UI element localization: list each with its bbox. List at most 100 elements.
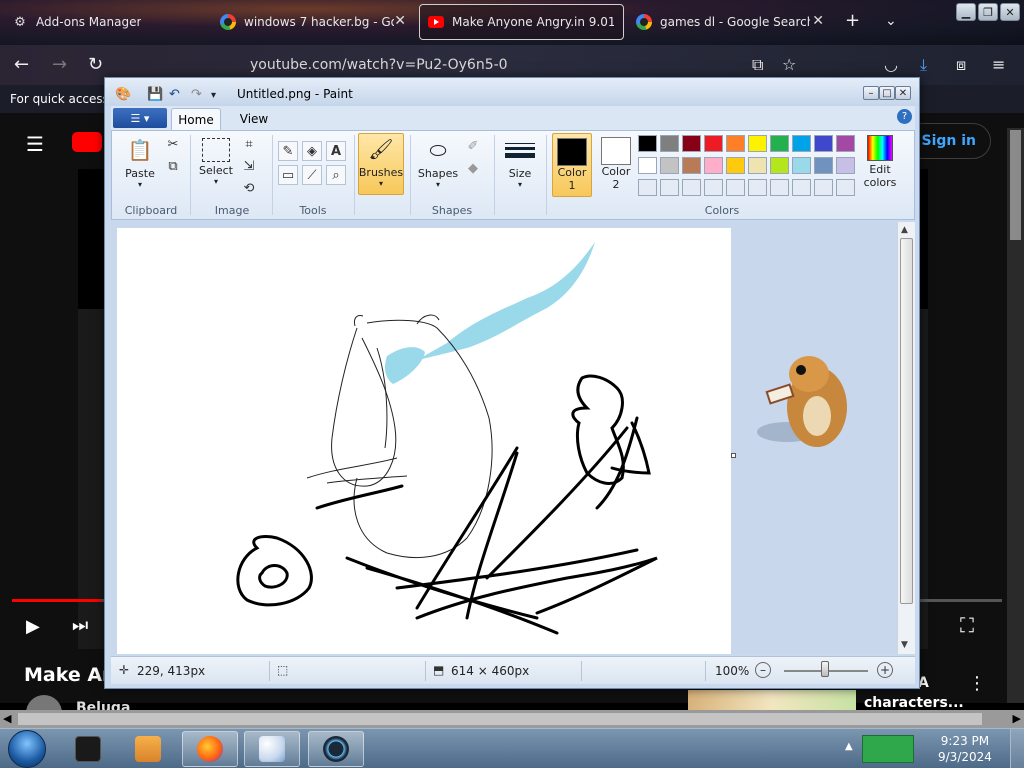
restore-icon[interactable]: ❐ [978, 3, 998, 21]
paste-button[interactable]: 📋 Paste ▾ [120, 135, 160, 189]
canvas-vertical-scrollbar[interactable]: ▲ ▼ [897, 222, 915, 654]
palette-swatch[interactable] [814, 179, 833, 196]
help-icon[interactable]: ? [897, 109, 912, 124]
shapes-button[interactable]: ⬭ Shapes ▾ [416, 135, 460, 189]
redo-icon[interactable]: ↷ [191, 87, 202, 102]
palette-swatch[interactable] [770, 179, 789, 196]
palette-swatch[interactable] [660, 157, 679, 174]
palette-swatch[interactable] [792, 179, 811, 196]
horizontal-scroll-thumb[interactable] [18, 713, 982, 725]
copy-icon[interactable]: ⧉ [164, 157, 182, 175]
more-options-icon[interactable]: ⋮ [968, 673, 986, 694]
system-clock[interactable]: 9:23 PM 9/3/2024 [938, 733, 992, 765]
palette-swatch[interactable] [770, 135, 789, 152]
scroll-down-icon[interactable]: ▼ [901, 640, 908, 650]
hamburger-menu-icon[interactable]: ☰ [26, 132, 44, 156]
show-desktop-button[interactable] [1010, 729, 1024, 768]
drawing-canvas[interactable] [117, 228, 731, 654]
tab-home[interactable]: Home [171, 108, 221, 130]
play-icon[interactable]: ▶ [26, 616, 40, 637]
palette-swatch[interactable] [748, 135, 767, 152]
palette-swatch[interactable] [638, 135, 657, 152]
color2-button[interactable]: Color 2 [596, 133, 636, 197]
close-icon[interactable]: ✕ [394, 13, 406, 29]
taskbar-app-terminal[interactable] [60, 731, 116, 767]
paint-titlebar[interactable]: 🎨 💾 ↶ ↷ ▾ Untitled.png - Paint – □ ✕ [105, 78, 919, 106]
start-button[interactable] [8, 730, 46, 768]
zoom-slider-knob[interactable] [821, 661, 829, 677]
pocket-icon[interactable]: ◡ [884, 55, 898, 74]
palette-swatch[interactable] [726, 157, 745, 174]
youtube-logo[interactable] [72, 132, 102, 152]
fill-bucket-icon[interactable]: ◈ [302, 141, 322, 161]
forward-arrow-icon[interactable]: → [52, 54, 67, 75]
recommended-title[interactable]: characters... [864, 695, 964, 711]
palette-swatch[interactable] [682, 135, 701, 152]
minimize-icon[interactable]: – [863, 86, 879, 100]
palette-swatch[interactable] [814, 135, 833, 152]
palette-swatch[interactable] [726, 135, 745, 152]
maximize-icon[interactable]: □ [879, 86, 895, 100]
download-icon[interactable]: ⤓ [920, 55, 927, 75]
extensions-icon[interactable]: ⧈ [956, 55, 966, 75]
canvas-scroll-thumb[interactable] [900, 238, 913, 604]
scroll-left-icon[interactable]: ◀ [3, 712, 11, 725]
page-horizontal-scrollbar[interactable]: ◀ ▶ [0, 710, 1024, 728]
palette-swatch[interactable] [792, 135, 811, 152]
close-window-icon[interactable]: ✕ [1000, 3, 1020, 21]
tab-view[interactable]: View [229, 108, 279, 130]
taskbar-app-paint[interactable] [244, 731, 300, 767]
select-button[interactable]: Select ▾ [196, 135, 236, 186]
page-vertical-scrollbar[interactable] [1007, 128, 1024, 703]
chevron-down-icon[interactable]: ⌄ [885, 13, 897, 29]
taskbar-app-steam[interactable] [308, 731, 364, 767]
zoom-in-icon[interactable]: + [877, 662, 893, 678]
scroll-up-icon[interactable]: ▲ [901, 225, 908, 235]
palette-swatch[interactable] [682, 157, 701, 174]
palette-swatch[interactable] [704, 179, 723, 196]
magnifier-icon[interactable]: ⌕ [326, 165, 346, 185]
cut-icon[interactable]: ✂ [164, 135, 182, 153]
address-field[interactable]: youtube.com/watch?v=Pu2-Oy6n5-0 [250, 57, 508, 73]
size-button[interactable]: Size ▾ [502, 135, 538, 189]
tray-app-icon[interactable] [862, 735, 914, 763]
bookmark-star-icon[interactable]: ☆ [782, 55, 796, 74]
close-icon[interactable]: ✕ [895, 86, 911, 100]
close-icon[interactable]: ✕ [812, 13, 824, 29]
pencil-icon[interactable]: ✎ [278, 141, 298, 161]
next-icon[interactable]: ⏭ [72, 615, 88, 636]
picture-in-picture-icon[interactable]: ⧉ [752, 55, 763, 75]
tab-addons-manager[interactable]: ⚙ Add-ons Manager [4, 4, 204, 40]
taskbar-app-media[interactable] [120, 731, 176, 767]
fill-icon[interactable]: ◆ [464, 159, 482, 177]
text-tool-icon[interactable]: A [326, 141, 346, 161]
save-icon[interactable]: 💾 [147, 87, 163, 102]
zoom-out-icon[interactable]: – [755, 662, 771, 678]
palette-swatch[interactable] [704, 135, 723, 152]
palette-swatch[interactable] [836, 179, 855, 196]
palette-swatch[interactable] [682, 179, 701, 196]
crop-icon[interactable]: ⌗ [240, 135, 258, 153]
tray-expand-icon[interactable]: ▲ [845, 741, 853, 752]
palette-swatch[interactable] [836, 157, 855, 174]
edit-colors-button[interactable]: Edit colors [860, 135, 900, 189]
tab-games-dl[interactable]: games dl - Google Search ✕ [628, 4, 830, 40]
color1-button[interactable]: Color 1 [552, 133, 592, 197]
palette-swatch[interactable] [726, 179, 745, 196]
palette-swatch[interactable] [814, 157, 833, 174]
palette-swatch[interactable] [638, 157, 657, 174]
rotate-icon[interactable]: ⟲ [240, 179, 258, 197]
paint-file-menu[interactable]: ☰ ▾ [113, 108, 167, 128]
tab-windows-7-hacker[interactable]: windows 7 hacker.bg - Goog ✕ [212, 4, 412, 40]
eraser-icon[interactable]: ▭ [278, 165, 298, 185]
palette-swatch[interactable] [748, 179, 767, 196]
resize-icon[interactable]: ⇲ [240, 157, 258, 175]
tab-make-anyone-angry[interactable]: Make Anyone Angry.in 9.017 [419, 4, 624, 40]
color-picker-icon[interactable]: ⟋ [302, 165, 322, 185]
palette-swatch[interactable] [660, 179, 679, 196]
outline-icon[interactable]: ✐ [464, 137, 482, 155]
scroll-right-icon[interactable]: ▶ [1013, 712, 1021, 725]
reload-icon[interactable]: ↻ [88, 54, 103, 75]
undo-icon[interactable]: ↶ [169, 87, 180, 102]
palette-swatch[interactable] [836, 135, 855, 152]
